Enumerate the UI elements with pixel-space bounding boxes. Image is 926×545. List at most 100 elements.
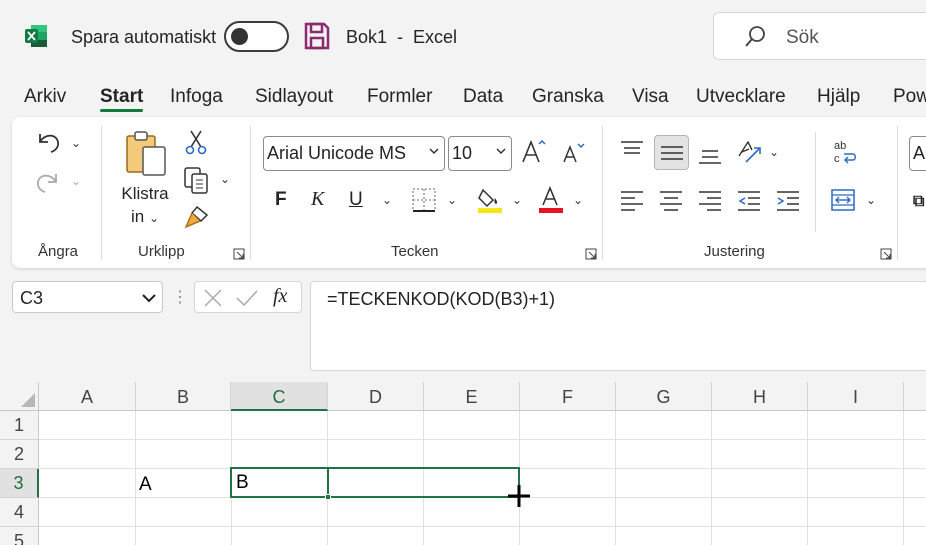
wrap-text-icon[interactable]: ab c <box>831 138 859 171</box>
selection-range <box>327 467 520 498</box>
search-box[interactable]: Sök <box>713 12 926 60</box>
name-box-value: C3 <box>20 288 44 308</box>
align-middle-icon <box>661 146 683 160</box>
align-bottom-icon[interactable] <box>698 146 722 171</box>
tab-start[interactable]: Start <box>100 86 143 108</box>
paste-icon[interactable] <box>124 129 170 184</box>
tab-utvecklare[interactable]: Utvecklare <box>696 86 786 108</box>
row-header-4[interactable]: 4 <box>0 498 39 527</box>
borders-chevron-icon[interactable]: ⌄ <box>447 193 457 207</box>
align-top-icon[interactable] <box>620 140 644 165</box>
gridline <box>39 439 926 440</box>
font-name-select[interactable]: Arial Unicode MS <box>263 136 445 171</box>
tab-arkiv[interactable]: Arkiv <box>24 86 66 108</box>
increase-font-icon[interactable] <box>520 138 548 171</box>
format-painter-icon[interactable] <box>183 204 211 235</box>
formula-controls: fx <box>194 281 302 313</box>
alignment-launcher-icon[interactable] <box>880 247 892 260</box>
conditional-format-icon[interactable]: ⧉ <box>913 193 924 211</box>
ribbon-separator <box>101 126 102 260</box>
align-left-icon[interactable] <box>620 190 644 217</box>
copy-dropdown-chevron-icon[interactable]: ⌄ <box>220 172 230 186</box>
underline-chevron-icon[interactable]: ⌄ <box>382 193 392 207</box>
ribbon-separator <box>897 126 898 260</box>
chevron-down-icon <box>496 148 506 155</box>
active-tab-indicator <box>100 109 143 112</box>
row-header-2[interactable]: 2 <box>0 440 39 469</box>
insert-function-button[interactable]: fx <box>273 285 287 308</box>
cut-icon[interactable] <box>184 129 208 160</box>
decrease-indent-icon[interactable] <box>737 190 761 217</box>
redo-icon <box>34 168 62 199</box>
active-cell-c3[interactable]: B <box>230 467 329 498</box>
font-size-select[interactable]: 10 <box>448 136 512 171</box>
font-color-chevron-icon[interactable]: ⌄ <box>573 193 583 207</box>
tab-formler[interactable]: Formler <box>367 86 432 108</box>
font-color-icon[interactable] <box>537 185 565 219</box>
italic-button[interactable]: K <box>311 188 324 211</box>
number-format-select[interactable]: Al <box>909 136 926 171</box>
fill-color-chevron-icon[interactable]: ⌄ <box>512 193 522 207</box>
column-header-j[interactable] <box>904 382 926 411</box>
redo-dropdown-chevron-icon: ⌄ <box>71 174 82 188</box>
formula-bar-grip-icon[interactable]: ⋮ <box>172 287 188 307</box>
column-header-i[interactable]: I <box>808 382 904 411</box>
chevron-down-icon <box>142 294 156 303</box>
orientation-chevron-icon[interactable]: ⌄ <box>769 145 779 159</box>
enter-check-icon[interactable] <box>235 288 259 308</box>
underline-button[interactable]: U <box>349 189 363 211</box>
cell-b3[interactable]: A <box>139 474 152 496</box>
select-all-button[interactable] <box>0 382 39 411</box>
tab-hjalp[interactable]: Hjälp <box>817 86 860 108</box>
paste-button[interactable]: Klistra in ⌄ <box>121 184 169 227</box>
ribbon-separator <box>602 126 603 260</box>
tab-data[interactable]: Data <box>463 86 503 108</box>
column-header-e[interactable]: E <box>424 382 520 411</box>
row-header-5[interactable]: 5 <box>0 527 39 545</box>
ribbon-separator <box>815 132 816 232</box>
formula-input[interactable]: =TECKENKOD(KOD(B3)+1) <box>310 281 926 371</box>
clipboard-launcher-icon[interactable] <box>233 247 245 260</box>
orientation-icon[interactable] <box>736 138 766 171</box>
font-launcher-icon[interactable] <box>585 247 597 260</box>
undo-dropdown-chevron-icon[interactable]: ⌄ <box>71 136 81 150</box>
tab-infoga[interactable]: Infoga <box>170 86 223 108</box>
font-name-value: Arial Unicode MS <box>267 143 407 163</box>
column-header-g[interactable]: G <box>616 382 712 411</box>
column-header-b[interactable]: B <box>136 382 231 411</box>
undo-icon[interactable] <box>34 128 62 159</box>
tab-sidlayout[interactable]: Sidlayout <box>255 86 333 108</box>
align-right-icon[interactable] <box>698 190 722 217</box>
tab-pow[interactable]: Pow <box>893 86 926 108</box>
align-middle-button[interactable] <box>654 135 689 170</box>
fill-color-icon[interactable] <box>476 186 504 219</box>
column-header-a[interactable]: A <box>39 382 136 411</box>
tab-visa[interactable]: Visa <box>632 86 669 108</box>
fill-handle[interactable] <box>325 494 331 500</box>
decrease-font-icon[interactable] <box>561 140 587 171</box>
gridline <box>903 411 904 545</box>
column-header-f[interactable]: F <box>520 382 616 411</box>
paste-chevron-icon: ⌄ <box>148 211 160 225</box>
tab-granska[interactable]: Granska <box>532 86 604 108</box>
ribbon-separator <box>250 126 251 260</box>
search-placeholder: Sök <box>786 27 819 48</box>
toggle-knob <box>231 28 248 45</box>
column-header-d[interactable]: D <box>328 382 424 411</box>
cancel-icon[interactable] <box>203 288 223 308</box>
name-box[interactable]: C3 <box>12 281 163 313</box>
merge-center-icon[interactable] <box>830 187 856 218</box>
increase-indent-icon[interactable] <box>776 190 800 217</box>
formula-text: =TECKENKOD(KOD(B3)+1) <box>327 289 556 309</box>
row-header-1[interactable]: 1 <box>0 411 39 440</box>
borders-icon[interactable] <box>411 187 437 218</box>
save-icon[interactable] <box>304 22 330 50</box>
row-header-3[interactable]: 3 <box>0 469 39 498</box>
copy-icon[interactable] <box>183 166 211 199</box>
autosave-toggle[interactable] <box>224 21 289 52</box>
column-header-h[interactable]: H <box>712 382 808 411</box>
align-center-icon[interactable] <box>659 190 683 217</box>
merge-chevron-icon[interactable]: ⌄ <box>866 193 876 207</box>
column-header-c[interactable]: C <box>231 382 328 411</box>
bold-button[interactable]: F <box>275 189 287 211</box>
